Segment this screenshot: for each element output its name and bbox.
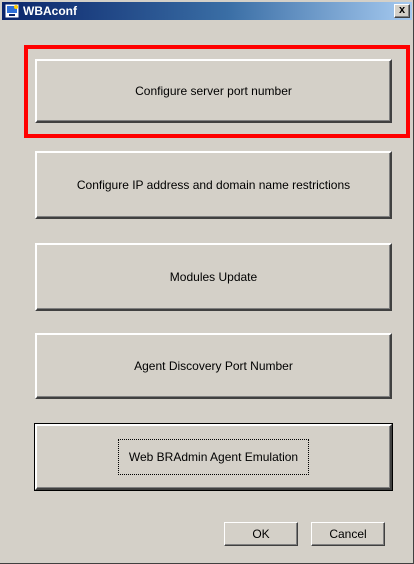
close-button[interactable]: x [394,4,410,18]
modules-update-button[interactable]: Modules Update [35,243,392,311]
ok-button[interactable]: OK [224,522,298,546]
ok-label: OK [252,527,270,541]
agent-discovery-port-button[interactable]: Agent Discovery Port Number [35,333,392,399]
title-bar[interactable]: WBAconf x [2,2,412,20]
window-title: WBAconf [23,4,77,18]
close-icon: x [398,4,406,16]
agent-discovery-port-label: Agent Discovery Port Number [134,359,293,373]
wbaconf-window: WBAconf x Configure server port number C… [0,0,414,564]
modules-update-label: Modules Update [169,270,258,284]
configure-server-port-label: Configure server port number [135,84,292,98]
cancel-label: Cancel [329,527,367,541]
configure-ip-restrictions-button[interactable]: Configure IP address and domain name res… [35,151,392,219]
app-icon [4,3,20,19]
agent-emulation-label: Web BRAdmin Agent Emulation [117,439,310,475]
configure-ip-restrictions-label: Configure IP address and domain name res… [76,178,351,192]
cancel-button[interactable]: Cancel [311,522,385,546]
agent-emulation-button[interactable]: Web BRAdmin Agent Emulation [34,423,393,491]
configure-server-port-button[interactable]: Configure server port number [35,59,392,123]
